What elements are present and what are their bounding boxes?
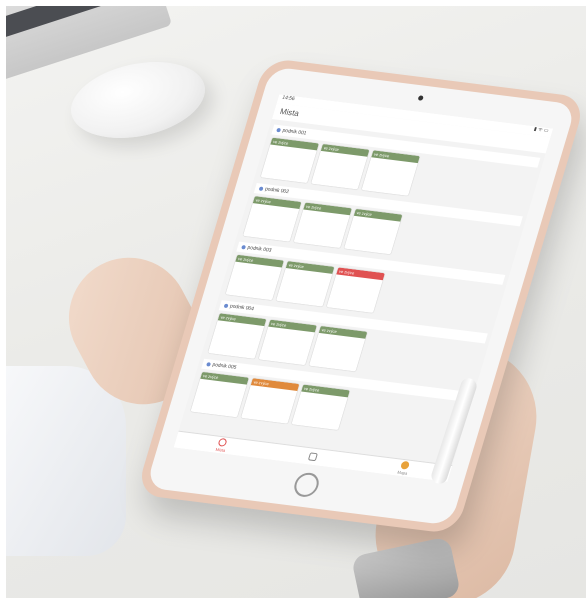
place-card[interactable]: ve zvýce	[291, 384, 350, 431]
place-card[interactable]: ve zvýce	[293, 202, 352, 249]
place-card[interactable]: ve zvýce	[361, 150, 420, 196]
tab-places[interactable]: Místa	[215, 437, 229, 453]
map-icon	[399, 460, 410, 470]
tab-places-label: Místa	[215, 446, 227, 453]
tab-chat[interactable]	[307, 451, 319, 462]
camera	[417, 95, 424, 101]
place-card[interactable]: ve zvýce	[190, 371, 249, 418]
wristwatch	[350, 536, 462, 598]
place-card[interactable]: ve zvýce	[260, 137, 319, 184]
place-card[interactable]: ve zvýce	[343, 208, 403, 255]
place-card[interactable]: ve zvýce	[207, 313, 267, 359]
home-button[interactable]	[291, 471, 322, 499]
place-card[interactable]: ve zvýce	[258, 319, 317, 366]
place-card[interactable]: ve zvýce	[240, 378, 300, 424]
place-card[interactable]: ve zvýce	[242, 196, 302, 242]
place-card[interactable]: ve zvýce	[225, 254, 284, 301]
place-card[interactable]: ve zvýce	[310, 143, 370, 190]
laptop-keyboard	[6, 6, 103, 43]
place-card[interactable]: ve zvýce	[308, 325, 368, 372]
background-photo: 14:56 ▮ ᯤ ▭ Mista podnik 001 ve zvýce ve z…	[6, 6, 586, 598]
status-icons: ▮ ᯤ ▭	[533, 126, 550, 135]
group-dot-icon	[276, 127, 282, 133]
place-card[interactable]: ve zvýce	[275, 261, 335, 307]
tab-map[interactable]: Mapa	[396, 460, 411, 476]
tab-map-label: Mapa	[396, 469, 409, 476]
group-dot-icon	[258, 186, 264, 191]
computer-mouse	[64, 50, 212, 150]
places-icon	[217, 437, 228, 447]
group-dot-icon	[223, 303, 229, 309]
place-card[interactable]: ve zvýce	[326, 267, 385, 313]
sleeve	[6, 366, 126, 556]
group-list: podnik 001 ve zvýce ve zvýce ve zvýce podnik…	[183, 119, 546, 450]
group-dot-icon	[206, 362, 212, 367]
group-dot-icon	[241, 245, 247, 250]
chat-icon	[307, 451, 319, 461]
